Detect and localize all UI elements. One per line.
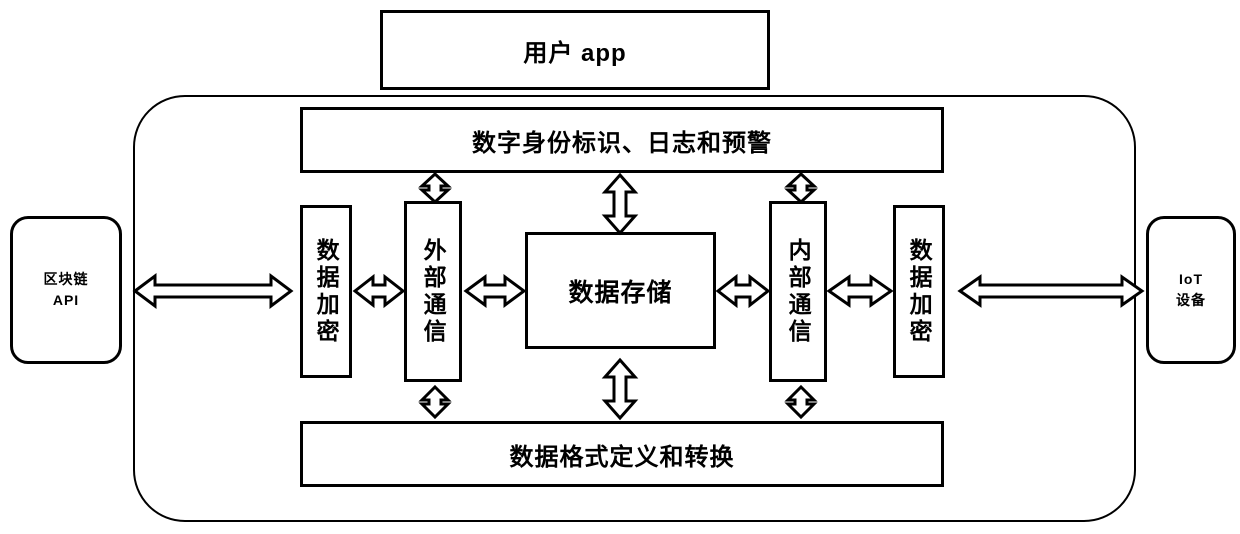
node-iot-device-label-2: 设备 [1176,292,1206,308]
node-blockchain-api: 区块链 API [10,216,122,364]
node-identity-log-alert: 数字身份标识、日志和预警 [300,107,944,173]
node-data-format-label: 数据格式定义和转换 [509,443,735,471]
node-identity-log-alert-label: 数字身份标识、日志和预警 [472,129,772,157]
node-data-encryption-right-label: 数据加密 [906,237,933,346]
node-data-encryption-left: 数据加密 [300,205,352,378]
node-blockchain-api-label-2: API [52,292,80,308]
node-external-communication-label: 外部通信 [420,237,447,346]
node-user-app-label: 用户 app [523,39,627,67]
node-iot-device-label-1: IoT [1179,271,1203,287]
node-user-app: 用户 app [380,10,770,90]
node-blockchain-api-label-1: 区块链 [43,271,89,287]
node-data-encryption-left-label: 数据加密 [313,237,340,346]
node-data-format: 数据格式定义和转换 [300,421,944,487]
node-data-encryption-right: 数据加密 [893,205,945,378]
node-data-storage-label: 数据存储 [568,278,673,307]
node-data-storage: 数据存储 [525,232,716,349]
diagram-canvas: 用户 app 区块链 API IoT 设备 数字身份标识、日志和预警 数据格式定… [0,0,1240,534]
node-internal-communication: 内部通信 [769,201,827,382]
node-external-communication: 外部通信 [404,201,462,382]
node-iot-device: IoT 设备 [1146,216,1236,364]
node-internal-communication-label: 内部通信 [785,237,812,346]
